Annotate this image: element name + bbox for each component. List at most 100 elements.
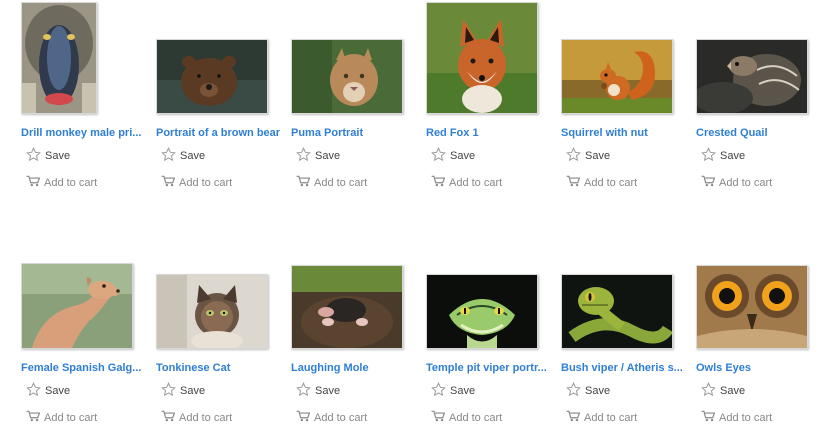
- save-button[interactable]: Save: [26, 382, 151, 400]
- greyhound-photo: [22, 264, 132, 348]
- cart-icon: [26, 410, 41, 425]
- save-label: Save: [45, 385, 71, 397]
- product-card: Laughing Mole Save Add to cart: [291, 235, 421, 425]
- add-to-cart-button[interactable]: Add to cart: [26, 410, 151, 425]
- add-to-cart-button[interactable]: Add to cart: [431, 410, 556, 425]
- product-title-link[interactable]: Bush viper / Atheris s...: [561, 362, 686, 374]
- save-label: Save: [720, 385, 746, 397]
- thumbnail-image[interactable]: [291, 265, 403, 349]
- thumbnail-image[interactable]: [21, 2, 97, 114]
- add-to-cart-button[interactable]: Add to cart: [566, 175, 691, 190]
- cart-label: Add to cart: [179, 411, 233, 424]
- save-button[interactable]: Save: [701, 382, 826, 400]
- save-button[interactable]: Save: [296, 382, 421, 400]
- star-icon: [701, 147, 716, 165]
- product-card: Temple pit viper portr... Save Add to ca…: [426, 235, 556, 425]
- save-button[interactable]: Save: [566, 147, 691, 165]
- thumbnail-container: [291, 235, 421, 349]
- thumbnail-image[interactable]: [426, 2, 538, 114]
- save-button[interactable]: Save: [161, 147, 286, 165]
- star-icon: [566, 382, 581, 400]
- cart-icon: [161, 175, 176, 190]
- cart-icon: [566, 410, 581, 425]
- product-title-link[interactable]: Red Fox 1: [426, 127, 551, 139]
- star-icon: [161, 147, 176, 165]
- add-to-cart-button[interactable]: Add to cart: [161, 410, 286, 425]
- cart-icon: [566, 175, 581, 190]
- product-card: Tonkinese Cat Save Add to cart: [156, 235, 286, 425]
- star-icon: [431, 147, 446, 165]
- product-title-link[interactable]: Tonkinese Cat: [156, 362, 281, 374]
- bush-viper-photo: [562, 275, 672, 348]
- save-button[interactable]: Save: [566, 382, 691, 400]
- product-card: Bush viper / Atheris s... Save Add to ca…: [561, 235, 691, 425]
- save-button[interactable]: Save: [296, 147, 421, 165]
- owl-eyes-photo: [697, 266, 807, 348]
- save-button[interactable]: Save: [26, 147, 151, 165]
- thumbnail-image[interactable]: [21, 263, 133, 349]
- add-to-cart-button[interactable]: Add to cart: [431, 175, 556, 190]
- thumbnail-image[interactable]: [561, 274, 673, 349]
- product-title-link[interactable]: Portrait of a brown bear: [156, 127, 281, 139]
- product-title-link[interactable]: Temple pit viper portr...: [426, 362, 551, 374]
- cart-icon: [431, 410, 446, 425]
- cart-label: Add to cart: [44, 411, 98, 424]
- star-icon: [26, 382, 41, 400]
- product-title-link[interactable]: Crested Quail: [696, 127, 821, 139]
- save-button[interactable]: Save: [161, 382, 286, 400]
- product-card: Puma Portrait Save Add to cart: [291, 0, 421, 190]
- cart-icon: [431, 175, 446, 190]
- cart-label: Add to cart: [314, 176, 368, 189]
- product-title-link[interactable]: Laughing Mole: [291, 362, 416, 374]
- product-title-link[interactable]: Owls Eyes: [696, 362, 821, 374]
- cart-icon: [161, 410, 176, 425]
- save-button[interactable]: Save: [431, 147, 556, 165]
- star-icon: [296, 147, 311, 165]
- thumbnail-image[interactable]: [561, 39, 673, 114]
- add-to-cart-button[interactable]: Add to cart: [26, 175, 151, 190]
- mandrill-photo: [22, 3, 96, 113]
- product-title-link[interactable]: Squirrel with nut: [561, 127, 686, 139]
- product-card: Portrait of a brown bear Save Add to car…: [156, 0, 286, 190]
- cart-label: Add to cart: [44, 176, 98, 189]
- product-title-link[interactable]: Drill monkey male pri...: [21, 127, 146, 139]
- squirrel-photo: [562, 40, 672, 113]
- save-label: Save: [450, 150, 476, 162]
- add-to-cart-button[interactable]: Add to cart: [566, 410, 691, 425]
- add-to-cart-button[interactable]: Add to cart: [701, 410, 826, 425]
- thumbnail-image[interactable]: [156, 274, 268, 349]
- save-button[interactable]: Save: [701, 147, 826, 165]
- thumbnail-container: [156, 235, 286, 349]
- save-label: Save: [585, 385, 611, 397]
- add-to-cart-button[interactable]: Add to cart: [161, 175, 286, 190]
- cart-label: Add to cart: [449, 411, 503, 424]
- cart-label: Add to cart: [584, 411, 638, 424]
- thumbnail-image[interactable]: [426, 274, 538, 349]
- product-grid: Drill monkey male pri... Save Add to car…: [0, 0, 830, 442]
- save-label: Save: [315, 150, 341, 162]
- cart-label: Add to cart: [719, 411, 773, 424]
- thumbnail-container: [21, 235, 151, 349]
- puma-photo: [292, 40, 402, 113]
- thumbnail-image[interactable]: [156, 39, 268, 114]
- product-title-link[interactable]: Female Spanish Galg...: [21, 362, 146, 374]
- cart-icon: [296, 175, 311, 190]
- cart-label: Add to cart: [584, 176, 638, 189]
- add-to-cart-button[interactable]: Add to cart: [296, 175, 421, 190]
- thumbnail-container: [156, 0, 286, 114]
- cart-label: Add to cart: [179, 176, 233, 189]
- save-button[interactable]: Save: [431, 382, 556, 400]
- add-to-cart-button[interactable]: Add to cart: [701, 175, 826, 190]
- thumbnail-image[interactable]: [696, 39, 808, 114]
- cart-icon: [296, 410, 311, 425]
- save-label: Save: [450, 385, 476, 397]
- add-to-cart-button[interactable]: Add to cart: [296, 410, 421, 425]
- star-icon: [431, 382, 446, 400]
- star-icon: [296, 382, 311, 400]
- thumbnail-container: [696, 235, 826, 349]
- thumbnail-container: [21, 0, 151, 114]
- product-title-link[interactable]: Puma Portrait: [291, 127, 416, 139]
- thumbnail-image[interactable]: [291, 39, 403, 114]
- save-label: Save: [180, 150, 206, 162]
- thumbnail-image[interactable]: [696, 265, 808, 349]
